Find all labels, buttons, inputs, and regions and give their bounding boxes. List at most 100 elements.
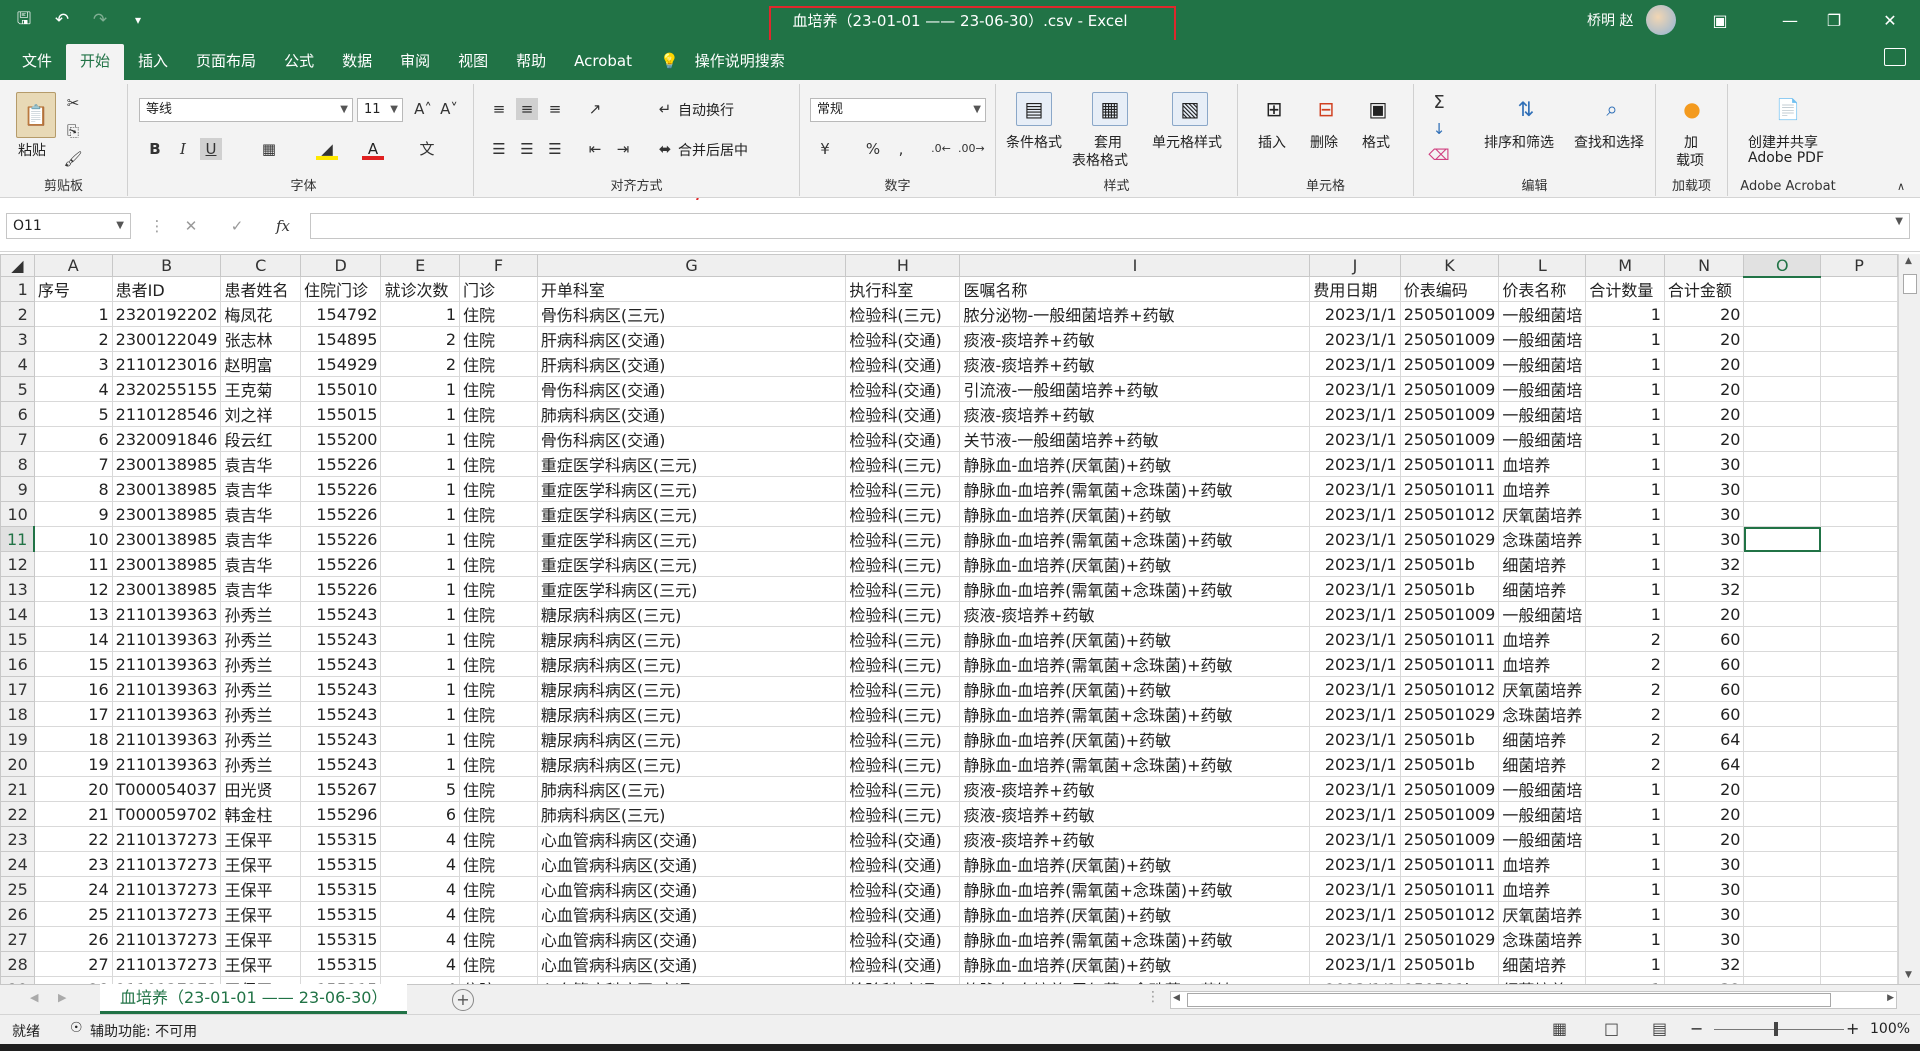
cell[interactable]: 2110137273 <box>111 901 222 927</box>
cell[interactable]: 1 <box>1585 876 1665 902</box>
cell[interactable] <box>1743 701 1822 727</box>
format-as-table-button[interactable]: 套用 <box>1094 132 1122 152</box>
tab-acrobat[interactable]: Acrobat <box>560 44 646 80</box>
tab-home[interactable]: 开始 <box>66 44 125 80</box>
cell[interactable]: 肝病科病区(交通) <box>536 326 847 352</box>
find-select-icon[interactable]: ⌕ <box>1594 92 1630 126</box>
cell[interactable]: 1 <box>1585 426 1665 452</box>
cell[interactable]: 静脉血-血培养(厌氧菌)+药敏 <box>959 551 1311 577</box>
cell[interactable] <box>1820 451 1898 477</box>
cell[interactable] <box>1743 901 1822 927</box>
cell[interactable]: 10 <box>33 526 113 552</box>
bottom-align-icon[interactable]: ≡ <box>544 98 566 120</box>
cell[interactable]: 脓分泌物-一般细菌培养+药敏 <box>959 301 1311 327</box>
cell[interactable]: 2023/1/1 <box>1309 451 1401 477</box>
column-header[interactable]: J <box>1309 254 1401 277</box>
cell[interactable]: 60 <box>1663 676 1745 702</box>
cell[interactable]: 1 <box>380 301 460 327</box>
next-sheet-icon[interactable]: ▶ <box>58 991 66 1004</box>
cell[interactable]: 糖尿病科病区(三元) <box>536 751 847 777</box>
cell[interactable] <box>1743 401 1822 427</box>
format-as-table-button-2[interactable]: 表格格式 <box>1072 150 1128 170</box>
cell[interactable]: 154895 <box>299 326 382 352</box>
font-name-select[interactable]: 等线 ▼ <box>139 98 353 122</box>
orientation-icon[interactable]: ↗ <box>584 98 606 120</box>
cell[interactable]: 4 <box>33 376 113 402</box>
cell[interactable]: 155267 <box>299 776 382 802</box>
cell[interactable]: 20 <box>1663 826 1745 852</box>
row-header[interactable]: 19 <box>0 726 35 752</box>
cell[interactable]: 14 <box>33 626 113 652</box>
cell[interactable]: 20 <box>1663 801 1745 827</box>
cell[interactable]: 孙秀兰 <box>220 726 301 752</box>
cell[interactable]: 155243 <box>299 701 382 727</box>
align-left-icon[interactable]: ☰ <box>488 138 510 160</box>
cell[interactable]: 24 <box>33 876 113 902</box>
cell[interactable]: 检验科(交通) <box>845 376 961 402</box>
cell[interactable] <box>1743 326 1822 352</box>
paste-icon[interactable]: 📋 <box>16 92 56 138</box>
cell[interactable]: 肝病科病区(交通) <box>536 351 847 377</box>
cell[interactable]: 静脉血-血培养(需氧菌+念珠菌)+药敏 <box>959 526 1311 552</box>
cell[interactable] <box>1743 426 1822 452</box>
cell[interactable]: 价表编码 <box>1399 276 1500 302</box>
cell[interactable]: 王保平 <box>220 976 301 984</box>
cell[interactable]: 250501009 <box>1399 326 1500 352</box>
cell[interactable]: 32 <box>1663 576 1745 602</box>
cell[interactable]: 一般细菌培 <box>1498 826 1587 852</box>
zoom-in-icon[interactable]: + <box>1846 1019 1859 1038</box>
cell-styles-icon[interactable]: ▧ <box>1172 92 1208 126</box>
cell[interactable] <box>1820 476 1898 502</box>
cell[interactable]: 250501009 <box>1399 601 1500 627</box>
cell[interactable]: 静脉血-血培养(需氧菌+念珠菌)+药敏 <box>959 576 1311 602</box>
cell[interactable]: 30 <box>1663 901 1745 927</box>
cell[interactable]: 22 <box>33 826 113 852</box>
comma-icon[interactable]: , <box>890 138 912 160</box>
row-header[interactable]: 17 <box>0 676 35 702</box>
cell[interactable]: 检验科(交通) <box>845 976 961 984</box>
cell[interactable]: 痰液-痰培养+药敏 <box>959 826 1311 852</box>
delete-cells-icon[interactable]: ⊟ <box>1308 92 1344 126</box>
cell[interactable]: 心血管病科病区(交通) <box>536 951 847 977</box>
cell[interactable]: 1 <box>380 426 460 452</box>
cell[interactable]: 静脉血-血培养(需氧菌+念珠菌)+药敏 <box>959 876 1311 902</box>
sheet-tab[interactable]: 血培养（23-01-01 —— 23-06-30） <box>100 984 408 1014</box>
ribbon-display-options-icon[interactable]: ▣ <box>1697 0 1743 40</box>
cell[interactable]: 2110137273 <box>111 926 222 952</box>
cell[interactable]: 1 <box>1585 601 1665 627</box>
cell[interactable]: 骨伤科病区(交通) <box>536 376 847 402</box>
horizontal-scrollbar[interactable]: ◀ ▶ <box>1170 991 1897 1009</box>
cell[interactable]: 20 <box>1663 301 1745 327</box>
sort-filter-button[interactable]: 排序和筛选 <box>1484 132 1554 152</box>
autosum-icon[interactable]: Σ <box>1428 92 1450 114</box>
cell[interactable]: 袁吉华 <box>220 501 301 527</box>
cell[interactable] <box>1743 751 1822 777</box>
cell[interactable]: 250501b <box>1399 576 1500 602</box>
cell[interactable]: 2023/1/1 <box>1309 426 1401 452</box>
cell[interactable]: 7 <box>33 451 113 477</box>
number-format-select[interactable]: 常规 ▼ <box>810 98 986 122</box>
cell[interactable]: 155315 <box>299 926 382 952</box>
cell[interactable]: 痰液-痰培养+药敏 <box>959 401 1311 427</box>
cell-table[interactable]: ◢ A B C D E F G H I J K L M N O P 1 序号 患者I… <box>0 254 1898 984</box>
cell[interactable]: 250501011 <box>1399 451 1500 477</box>
cell[interactable]: 1 <box>380 576 460 602</box>
cell[interactable]: 检验科(交通) <box>845 901 961 927</box>
cell[interactable]: 2300138985 <box>111 551 222 577</box>
cell[interactable]: 刘之祥 <box>220 401 301 427</box>
cell[interactable]: 1 <box>380 751 460 777</box>
cell[interactable]: 住院 <box>459 726 538 752</box>
cell[interactable]: 1 <box>1585 451 1665 477</box>
cell[interactable]: 1 <box>380 551 460 577</box>
cell[interactable] <box>1820 326 1898 352</box>
cell[interactable]: 1 <box>380 401 460 427</box>
row-header[interactable]: 6 <box>0 401 35 427</box>
row-header[interactable]: 12 <box>0 551 35 577</box>
cell[interactable]: 细菌培养 <box>1498 976 1587 984</box>
cell[interactable]: 血培养 <box>1498 476 1587 502</box>
cell[interactable]: 1 <box>1585 551 1665 577</box>
cell[interactable]: 2110139363 <box>111 726 222 752</box>
collapse-ribbon-icon[interactable]: ∧ <box>1890 176 1912 198</box>
cell[interactable]: 2023/1/1 <box>1309 476 1401 502</box>
cell[interactable]: 痰液-痰培养+药敏 <box>959 776 1311 802</box>
